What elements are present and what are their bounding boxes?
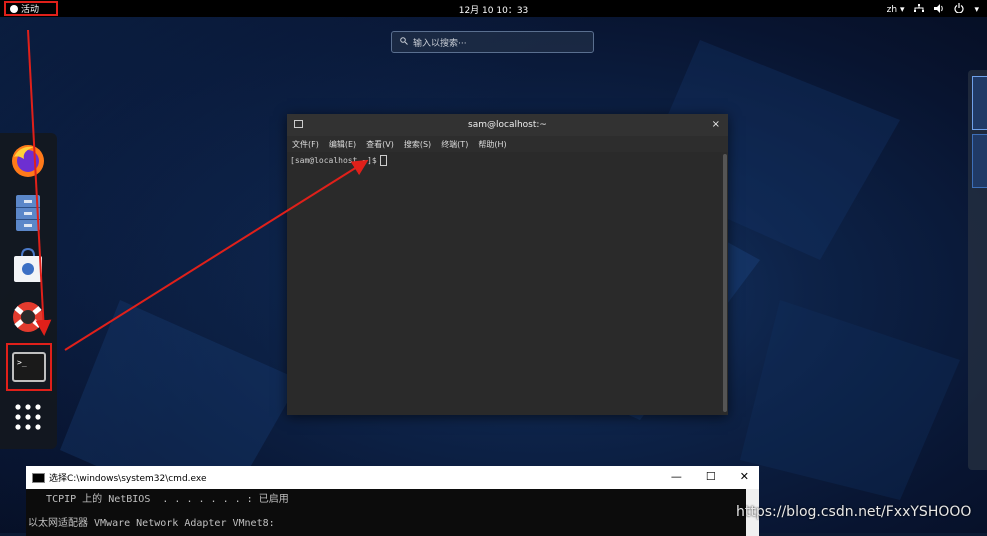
text-cursor [379,155,387,166]
terminal-launcher[interactable]: >_ [6,343,52,391]
clock[interactable]: 12月 10 10：33 [0,3,987,16]
cmd-titlebar[interactable]: 选择C:\windows\system32\cmd.exe — ☐ ✕ [26,466,759,489]
network-icon[interactable] [914,3,925,16]
terminal-scrollbar[interactable] [723,154,727,412]
menu-file[interactable]: 文件(F) [292,139,319,150]
language-indicator[interactable]: zh ▾ [887,5,905,15]
terminal-icon: >_ [12,352,46,382]
cmd-window-controls: — ☐ ✕ [671,470,749,483]
dash: >_ [0,133,57,449]
terminal-titlebar[interactable]: sam@localhost:~ × [287,114,728,136]
show-apps-icon [15,404,41,430]
menu-search[interactable]: 搜索(S) [404,139,431,150]
system-tray[interactable]: zh ▾ ▾ [887,3,979,16]
terminal-menubar: 文件(F) 编辑(E) 查看(V) 搜索(S) 终端(T) 帮助(H) [287,136,728,152]
workspace-2-thumbnail[interactable] [972,134,987,188]
software-icon [14,248,42,282]
firefox-launcher[interactable] [8,141,48,181]
terminal-window-icon [294,120,303,128]
cmd-output-line: TCPIP 上的 NetBIOS . . . . . . . : 已启用 [28,494,289,505]
files-icon [16,195,40,231]
maximize-icon[interactable]: ☐ [706,470,716,483]
cmd-output-line: 以太网适配器 VMware Network Adapter VMnet8: [28,518,275,529]
menu-terminal[interactable]: 终端(T) [441,139,468,150]
show-apps-button[interactable] [8,397,48,437]
firefox-icon [12,145,44,177]
search-field[interactable]: 输入以搜索··· [391,31,594,53]
close-icon[interactable]: ✕ [740,470,749,483]
menu-help[interactable]: 帮助(H) [478,139,506,150]
menu-edit[interactable]: 编辑(E) [329,139,356,150]
minimize-icon[interactable]: — [671,470,682,483]
cmd-window[interactable]: 选择C:\windows\system32\cmd.exe — ☐ ✕ TCPI… [26,466,759,536]
workspace-switcher [968,70,987,470]
cmd-title: 选择C:\windows\system32\cmd.exe [49,474,207,484]
search-icon [400,36,408,48]
top-bar: 活动 12月 10 10：33 zh ▾ ▾ [0,0,987,17]
svg-text:>_: >_ [17,358,27,367]
help-launcher[interactable] [8,297,48,337]
close-icon[interactable]: × [712,119,720,130]
search-placeholder: 输入以搜索··· [413,38,467,49]
workspace-1-thumbnail[interactable] [972,76,987,130]
cmd-window-icon [32,472,45,483]
power-icon[interactable] [954,3,965,16]
shell-prompt: [sam@localhost ~]$ [290,155,387,166]
terminal-window[interactable]: sam@localhost:~ × 文件(F) 编辑(E) 查看(V) 搜索(S… [287,114,728,415]
files-launcher[interactable] [8,193,48,233]
terminal-output[interactable]: [sam@localhost ~]$ [287,152,721,415]
menu-view[interactable]: 查看(V) [366,139,394,150]
prompt-text: [sam@localhost ~]$ [290,156,377,165]
software-launcher[interactable] [8,245,48,285]
help-icon [13,302,43,332]
watermark-text: https://blog.csdn.net/FxxYSHOOO [736,504,972,520]
terminal-title: sam@localhost:~ [468,120,547,130]
volume-icon[interactable] [934,3,944,16]
chevron-down-icon[interactable]: ▾ [974,5,979,15]
